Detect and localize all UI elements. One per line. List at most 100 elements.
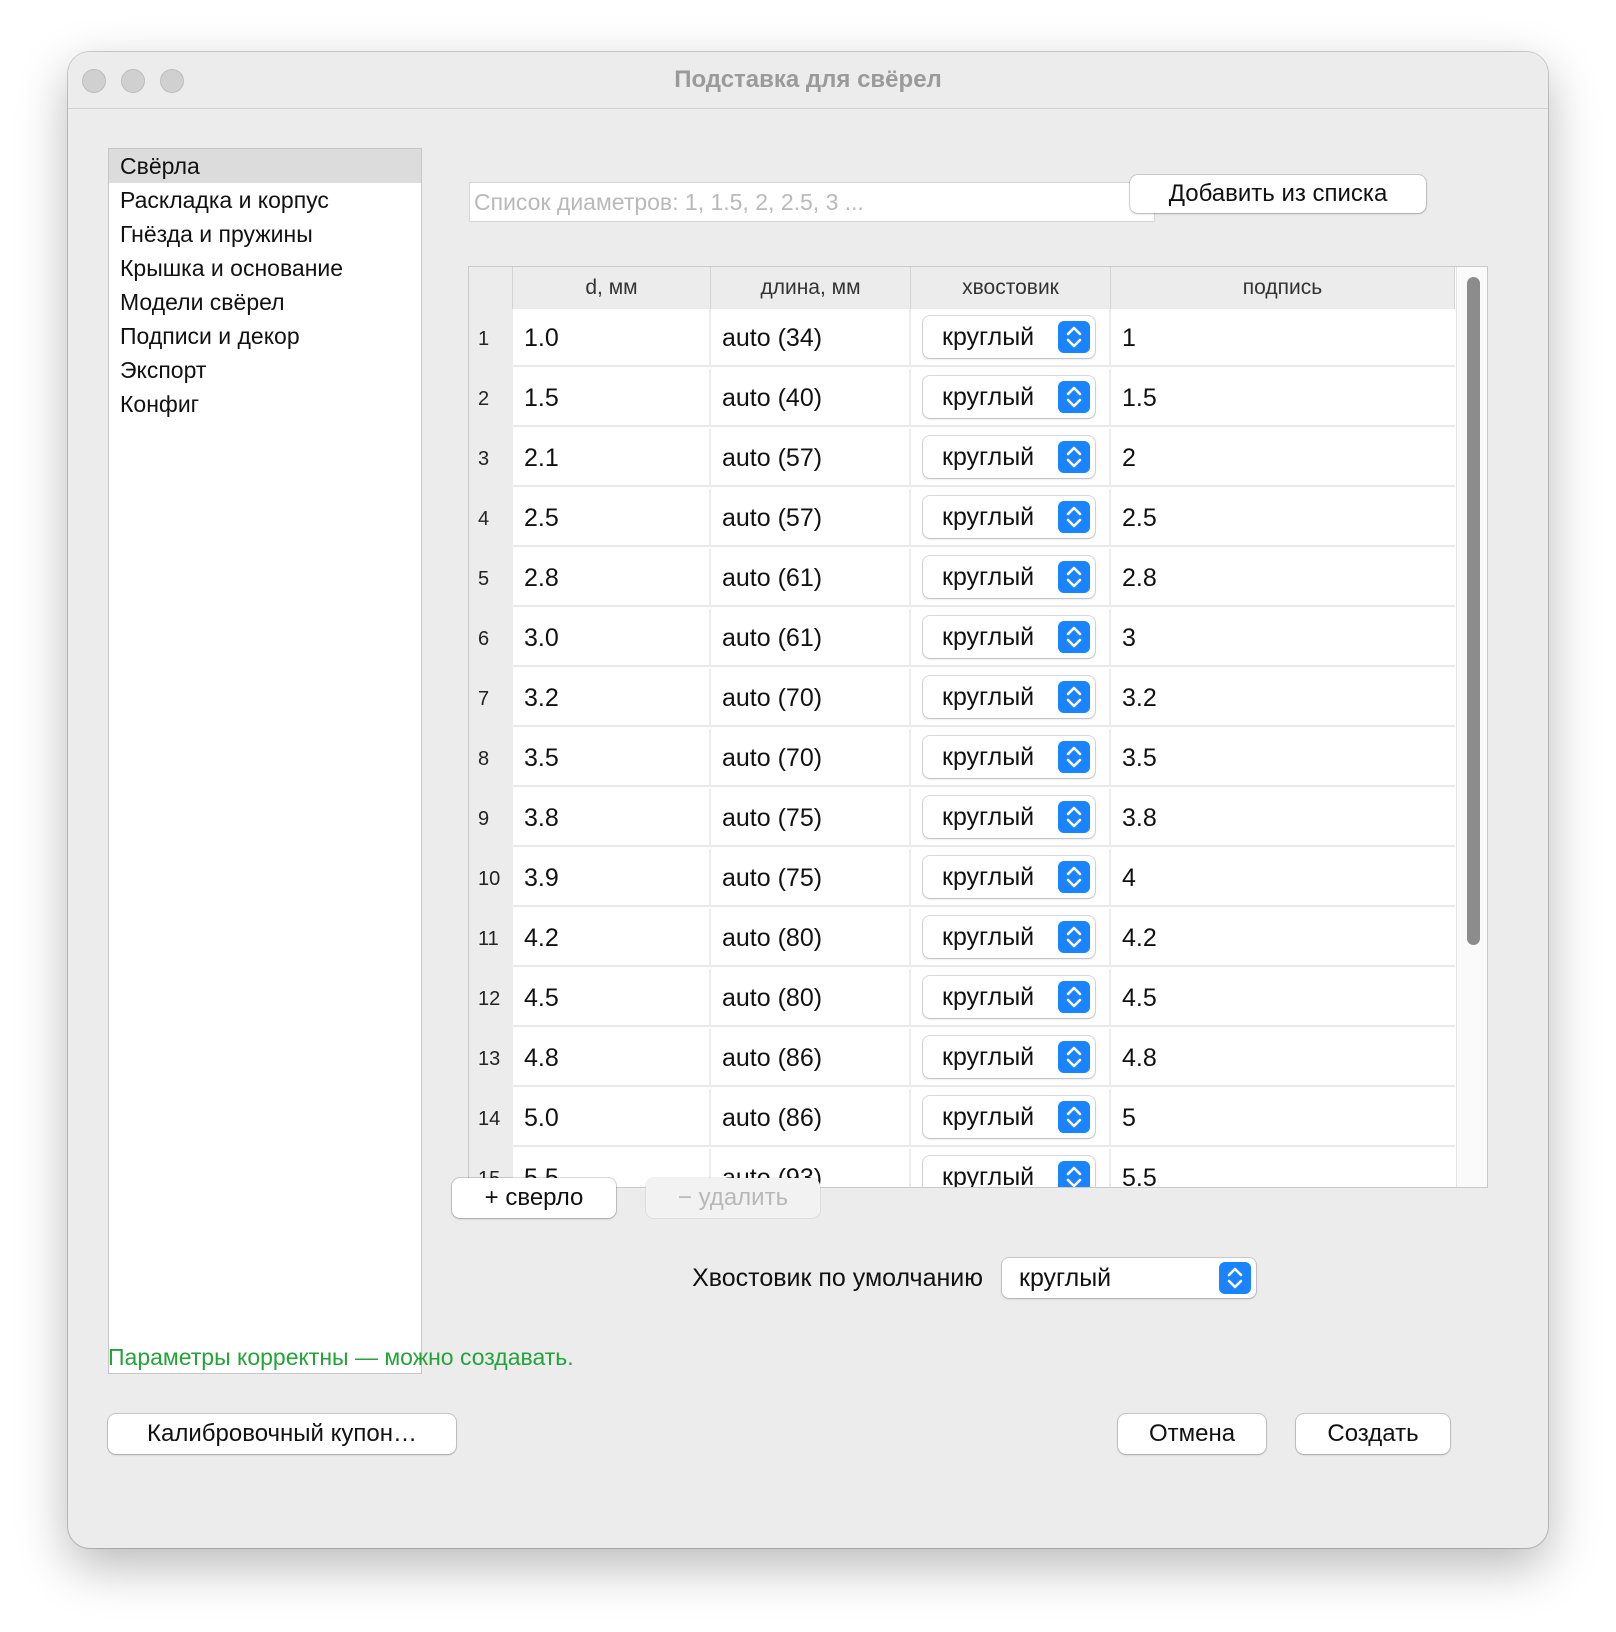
length-cell[interactable]: auto (86) [711, 1089, 911, 1147]
shank-select[interactable]: круглый [923, 676, 1095, 718]
shank-cell: круглый [911, 429, 1111, 487]
shank-select[interactable]: круглый [923, 616, 1095, 658]
table-row[interactable]: 12 4.5 auto (80) круглый 4.5 [469, 969, 1455, 1029]
table-row[interactable]: 14 5.0 auto (86) круглый 5 [469, 1089, 1455, 1149]
shank-select[interactable]: круглый [923, 496, 1095, 538]
sidebar-item-lid[interactable]: Крышка и основание [109, 251, 421, 285]
shank-select[interactable]: круглый [923, 436, 1095, 478]
label-cell[interactable]: 4.5 [1111, 969, 1455, 1027]
header-diameter[interactable]: d, мм [513, 267, 711, 309]
sidebar-item-export[interactable]: Экспорт [109, 353, 421, 387]
table-row[interactable]: 8 3.5 auto (70) круглый 3.5 [469, 729, 1455, 789]
table-row[interactable]: 5 2.8 auto (61) круглый 2.8 [469, 549, 1455, 609]
table-row[interactable]: 2 1.5 auto (40) круглый 1.5 [469, 369, 1455, 429]
label-cell[interactable]: 4.8 [1111, 1029, 1455, 1087]
label-cell[interactable]: 1.5 [1111, 369, 1455, 427]
shank-select[interactable]: круглый [923, 376, 1095, 418]
table-row[interactable]: 3 2.1 auto (57) круглый 2 [469, 429, 1455, 489]
table-row[interactable]: 4 2.5 auto (57) круглый 2.5 [469, 489, 1455, 549]
label-cell[interactable]: 3.5 [1111, 729, 1455, 787]
shank-select[interactable]: круглый [923, 1156, 1095, 1187]
sidebar-item-sockets[interactable]: Гнёзда и пружины [109, 217, 421, 251]
diameter-cell[interactable]: 3.5 [513, 729, 711, 787]
table-scrollbar[interactable] [1456, 267, 1487, 1187]
length-cell[interactable]: auto (57) [711, 489, 911, 547]
shank-value: круглый [942, 443, 1035, 471]
table-row[interactable]: 11 4.2 auto (80) круглый 4.2 [469, 909, 1455, 969]
label-cell[interactable]: 3.2 [1111, 669, 1455, 727]
header-shank[interactable]: хвостовик [911, 267, 1111, 309]
shank-select[interactable]: круглый [923, 976, 1095, 1018]
label-cell[interactable]: 2.5 [1111, 489, 1455, 547]
shank-select[interactable]: круглый [923, 556, 1095, 598]
diameter-cell[interactable]: 1.5 [513, 369, 711, 427]
length-cell[interactable]: auto (80) [711, 909, 911, 967]
label-cell[interactable]: 4.2 [1111, 909, 1455, 967]
label-cell[interactable]: 1 [1111, 309, 1455, 367]
table-row[interactable]: 13 4.8 auto (86) круглый 4.8 [469, 1029, 1455, 1089]
table-row[interactable]: 1 1.0 auto (34) круглый 1 [469, 309, 1455, 369]
sidebar-item-config[interactable]: Конфиг [109, 387, 421, 421]
shank-select[interactable]: круглый [923, 796, 1095, 838]
length-cell[interactable]: auto (86) [711, 1029, 911, 1087]
length-cell[interactable]: auto (75) [711, 789, 911, 847]
label-cell[interactable]: 3.8 [1111, 789, 1455, 847]
diameter-cell[interactable]: 5.0 [513, 1089, 711, 1147]
header-label[interactable]: подпись [1111, 267, 1455, 309]
header-length[interactable]: длина, мм [711, 267, 911, 309]
default-shank-select[interactable]: круглый [1002, 1258, 1256, 1298]
diameter-cell[interactable]: 3.2 [513, 669, 711, 727]
table-row[interactable]: 6 3.0 auto (61) круглый 3 [469, 609, 1455, 669]
table-row[interactable]: 7 3.2 auto (70) круглый 3.2 [469, 669, 1455, 729]
scroll-thumb[interactable] [1467, 277, 1480, 945]
shank-select[interactable]: круглый [923, 916, 1095, 958]
sidebar-item-labels[interactable]: Подписи и декор [109, 319, 421, 353]
table-row[interactable]: 9 3.8 auto (75) круглый 3.8 [469, 789, 1455, 849]
label-cell[interactable]: 3 [1111, 609, 1455, 667]
sidebar-item-drills[interactable]: Свёрла [109, 149, 421, 183]
header-row-number [469, 267, 513, 309]
up-down-chevron-icon [1058, 1041, 1090, 1073]
create-button[interactable]: Создать [1296, 1414, 1450, 1454]
shank-select[interactable]: круглый [923, 1096, 1095, 1138]
delete-drill-button[interactable]: − удалить [646, 1178, 820, 1218]
sidebar-item-layout[interactable]: Раскладка и корпус [109, 183, 421, 217]
shank-select[interactable]: круглый [923, 856, 1095, 898]
label-cell[interactable]: 5.5 [1111, 1149, 1455, 1187]
length-cell[interactable]: auto (34) [711, 309, 911, 367]
diameter-cell[interactable]: 3.9 [513, 849, 711, 907]
label-cell[interactable]: 5 [1111, 1089, 1455, 1147]
label-cell[interactable]: 2 [1111, 429, 1455, 487]
length-cell[interactable]: auto (75) [711, 849, 911, 907]
cancel-button[interactable]: Отмена [1118, 1414, 1266, 1454]
length-cell[interactable]: auto (57) [711, 429, 911, 487]
length-cell[interactable]: auto (70) [711, 669, 911, 727]
length-cell[interactable]: auto (61) [711, 549, 911, 607]
diameter-cell[interactable]: 2.5 [513, 489, 711, 547]
row-number: 14 [469, 1089, 513, 1149]
diameter-cell[interactable]: 3.0 [513, 609, 711, 667]
shank-select[interactable]: круглый [923, 1036, 1095, 1078]
diameter-cell[interactable]: 1.0 [513, 309, 711, 367]
length-cell[interactable]: auto (70) [711, 729, 911, 787]
diameter-list-input[interactable] [469, 182, 1155, 222]
diameter-cell[interactable]: 3.8 [513, 789, 711, 847]
add-drill-button[interactable]: + сверло [452, 1178, 616, 1218]
table-row[interactable]: 155.5auto (93)круглый5.5 [469, 1149, 1455, 1187]
label-cell[interactable]: 2.8 [1111, 549, 1455, 607]
shank-select[interactable]: круглый [923, 736, 1095, 778]
diameter-cell[interactable]: 2.1 [513, 429, 711, 487]
label-cell[interactable]: 4 [1111, 849, 1455, 907]
sidebar-item-models[interactable]: Модели свёрел [109, 285, 421, 319]
add-from-list-button[interactable]: Добавить из списка [1130, 175, 1426, 213]
shank-select[interactable]: круглый [923, 316, 1095, 358]
diameter-cell[interactable]: 4.8 [513, 1029, 711, 1087]
calibration-coupon-button[interactable]: Калибровочный купон… [108, 1414, 456, 1454]
diameter-cell[interactable]: 2.8 [513, 549, 711, 607]
table-row[interactable]: 10 3.9 auto (75) круглый 4 [469, 849, 1455, 909]
length-cell[interactable]: auto (40) [711, 369, 911, 427]
length-cell[interactable]: auto (80) [711, 969, 911, 1027]
diameter-cell[interactable]: 4.5 [513, 969, 711, 1027]
length-cell[interactable]: auto (61) [711, 609, 911, 667]
diameter-cell[interactable]: 4.2 [513, 909, 711, 967]
